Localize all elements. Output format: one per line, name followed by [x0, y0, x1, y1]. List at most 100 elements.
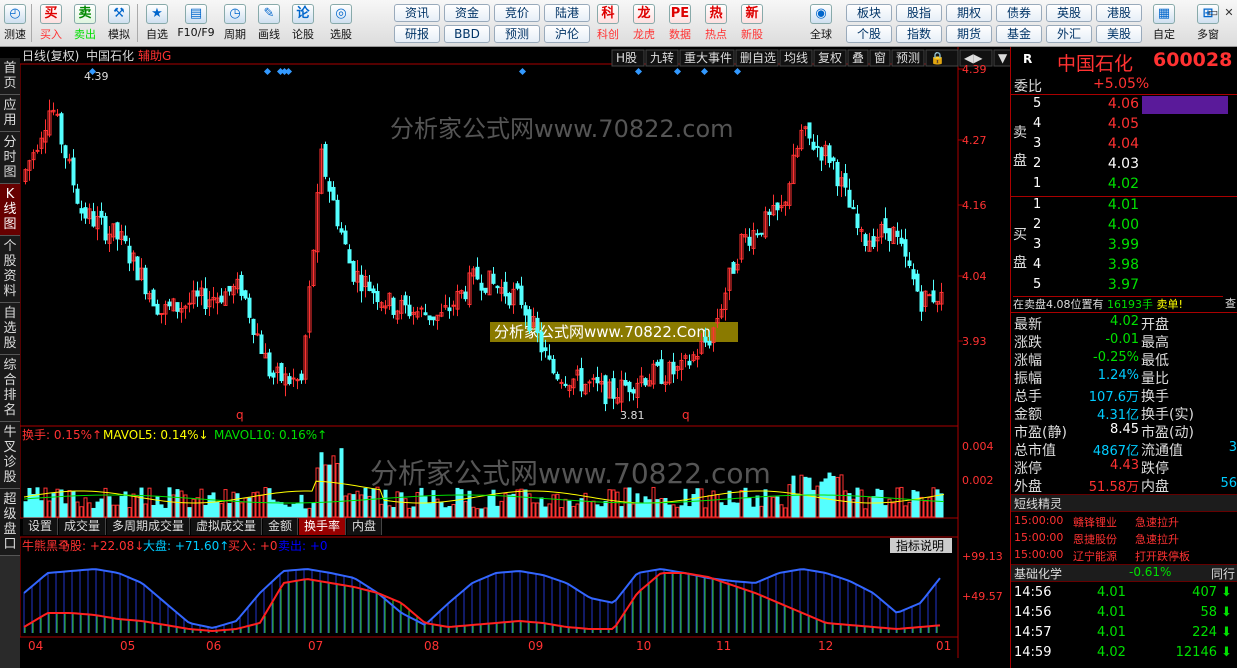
- stock-name: 中国石化: [1057, 53, 1134, 75]
- volume-bar: [915, 491, 920, 518]
- volume-bar: [79, 506, 84, 518]
- sprite-stock[interactable]: 赣锋锂业: [1073, 514, 1117, 530]
- left-tab[interactable]: 牛叉诊股: [0, 422, 20, 489]
- quick-button[interactable]: 债券: [996, 4, 1042, 22]
- toolbar-hammer-button[interactable]: ⚒ 模拟: [104, 2, 134, 45]
- quick-button[interactable]: 期权: [946, 4, 992, 22]
- quick-button[interactable]: 资金: [444, 4, 490, 22]
- event-marker[interactable]: [634, 67, 643, 76]
- sector-header[interactable]: 基础化学: [1011, 564, 1237, 582]
- quick-button[interactable]: 板块: [846, 4, 892, 22]
- quick-button[interactable]: 陆港: [544, 4, 590, 22]
- quick-button[interactable]: 指数: [896, 25, 942, 43]
- left-tab-char: 料: [3, 284, 17, 299]
- toolbar-hot-button[interactable]: 热热点: [700, 2, 732, 45]
- indicator-tab[interactable]: 成交量: [59, 518, 107, 535]
- indicator-tab[interactable]: 内盘: [347, 518, 383, 535]
- quick-button[interactable]: 股指: [896, 4, 942, 22]
- volume-bar: [847, 493, 852, 518]
- sector-peer-button[interactable]: 同行: [1211, 565, 1235, 582]
- volume-bar: [759, 505, 764, 518]
- volume-bar: [227, 503, 232, 518]
- event-marker[interactable]: [518, 67, 527, 76]
- candle-body: [519, 285, 524, 305]
- quick-button[interactable]: 沪伦: [544, 25, 590, 43]
- quick-button[interactable]: 研报: [394, 25, 440, 43]
- event-marker[interactable]: [673, 67, 682, 76]
- candle-body: [407, 304, 412, 317]
- toolbar-global-button[interactable]: ◉ 全球: [805, 2, 837, 45]
- order-notice[interactable]: 在卖盘4.08位置有 16193手 卖单!: [1013, 296, 1237, 312]
- indicator-tab[interactable]: 虚拟成交量: [191, 518, 263, 535]
- event-marker[interactable]: [733, 67, 742, 76]
- volume-bar: [107, 496, 112, 518]
- left-tab[interactable]: 自选股: [0, 303, 20, 355]
- candle-body: [167, 301, 172, 307]
- restore-icon[interactable]: ▭: [1206, 6, 1220, 20]
- sprite-stock[interactable]: 辽宁能源: [1073, 548, 1117, 564]
- event-marker[interactable]: [700, 67, 709, 76]
- left-tab[interactable]: 应用: [0, 95, 20, 132]
- quick-button[interactable]: 美股: [1096, 25, 1142, 43]
- left-tab[interactable]: 首页: [0, 58, 20, 95]
- indicator-tab[interactable]: 换手率: [299, 518, 347, 535]
- volume-bar: [427, 503, 432, 518]
- toolbar-f10-button[interactable]: ▤ F10/F9: [176, 2, 216, 45]
- toolbar-custom-button[interactable]: ▦ 自定: [1146, 2, 1182, 45]
- close-icon[interactable]: ✕: [1222, 6, 1236, 20]
- toolbar-pen-button[interactable]: ✎ 画线: [254, 2, 284, 45]
- quick-button[interactable]: 个股: [846, 25, 892, 43]
- custom-icon: ▦: [1153, 4, 1175, 24]
- toolbar-pe-button[interactable]: PE 数据: [664, 2, 696, 45]
- indicator-tab[interactable]: 多周期成交量: [107, 518, 191, 535]
- indicator-tab[interactable]: 设置: [23, 518, 59, 535]
- quick-button[interactable]: 港股: [1096, 4, 1142, 22]
- volume-bar: [739, 490, 744, 518]
- volume-bar: [895, 487, 900, 518]
- sell-level: 5: [1033, 96, 1042, 111]
- quick-button[interactable]: 基金: [996, 25, 1042, 43]
- volume-bar: [675, 506, 680, 518]
- quick-button[interactable]: 竞价: [494, 4, 540, 22]
- left-tab[interactable]: K线图: [0, 184, 20, 236]
- candle-body: [391, 297, 396, 315]
- toolbar-label: 自定: [1153, 28, 1175, 41]
- left-tab[interactable]: 分时图: [0, 132, 20, 184]
- volume-tick-label: 0.002: [962, 474, 994, 487]
- indicator-tab[interactable]: 金额: [263, 518, 299, 535]
- toolbar-pick-button[interactable]: ◎ 选股: [326, 2, 356, 45]
- toolbar-clock-button[interactable]: ◴ 测速: [2, 2, 28, 45]
- toolbar-buy-button[interactable]: 买买入: [36, 2, 66, 45]
- candle-body: [835, 161, 840, 187]
- left-tab[interactable]: 综合排名: [0, 355, 20, 422]
- quick-button[interactable]: 期货: [946, 25, 992, 43]
- candle-body: [271, 372, 276, 378]
- watermark: 分析家公式网www.70822.com: [390, 115, 734, 143]
- kline-chart-area[interactable]: 日线(复权) 中国石化 辅助G H股 九转 重大事件 删自选 均线 复权叠窗预测 🔒 ◀▶ ▼ 4.39…: [20, 47, 1010, 658]
- left-tab[interactable]: 超级盘口: [0, 489, 20, 556]
- event-marker[interactable]: [284, 67, 293, 76]
- volume-legend: MAVOL5: 0.14%↓: [103, 428, 209, 442]
- sell-level: 1: [1033, 176, 1042, 191]
- quick-button[interactable]: 资讯: [394, 4, 440, 22]
- volume-bar: [383, 489, 388, 518]
- quick-button[interactable]: 英股: [1046, 4, 1092, 22]
- buy-level: 4: [1033, 257, 1042, 272]
- volume-bar: [607, 489, 612, 518]
- stat-label-2: 内盘: [1141, 479, 1169, 495]
- quick-button[interactable]: 预测: [494, 25, 540, 43]
- candle-body: [115, 222, 120, 240]
- candle-body: [595, 376, 600, 384]
- toolbar-newstock-button[interactable]: 新新股: [736, 2, 768, 45]
- toolbar-dragon-button[interactable]: 龙龙虎: [628, 2, 660, 45]
- toolbar-star-button[interactable]: ★ 自选: [142, 2, 172, 45]
- sprite-stock[interactable]: 恩捷股份: [1073, 531, 1117, 547]
- quick-button[interactable]: BBD: [444, 25, 490, 43]
- toolbar-sell-button[interactable]: 卖卖出: [70, 2, 100, 45]
- event-marker[interactable]: [263, 67, 272, 76]
- quick-button[interactable]: 外汇: [1046, 25, 1092, 43]
- left-tab[interactable]: 个股资料: [0, 236, 20, 303]
- toolbar-discuss-button[interactable]: 论论股: [288, 2, 318, 45]
- toolbar-period-clock-button[interactable]: ◷ 周期: [220, 2, 250, 45]
- toolbar-kechuang-button[interactable]: 科科创: [592, 2, 624, 45]
